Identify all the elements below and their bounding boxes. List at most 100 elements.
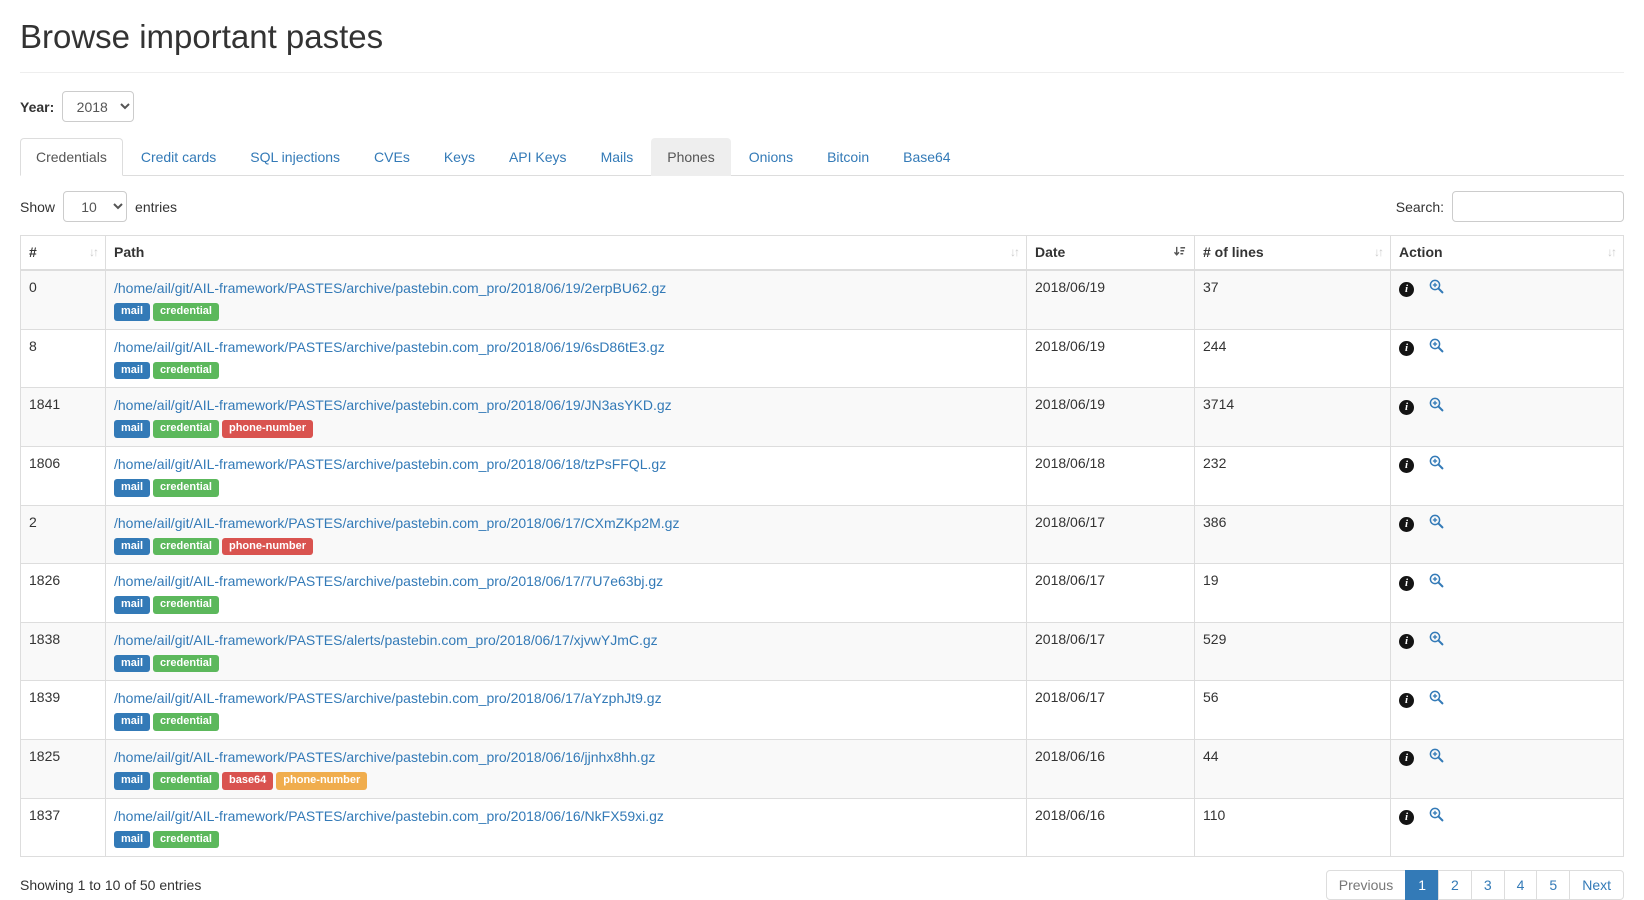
page-5[interactable]: 5 xyxy=(1536,870,1570,900)
paste-path-link[interactable]: /home/ail/git/AIL-framework/PASTES/archi… xyxy=(114,396,672,414)
search-plus-icon xyxy=(1429,573,1444,588)
row-lines: 19 xyxy=(1195,564,1391,623)
table-row: 1826 /home/ail/git/AIL-framework/PASTES/… xyxy=(21,564,1624,623)
paste-path-link[interactable]: /home/ail/git/AIL-framework/PASTES/archi… xyxy=(114,279,666,297)
tab-keys[interactable]: Keys xyxy=(428,138,491,176)
column-header-path[interactable]: Path ↓↑ xyxy=(106,236,1027,271)
column-header-index[interactable]: # ↓↑ xyxy=(21,236,106,271)
paste-info-button[interactable] xyxy=(1399,514,1414,532)
paste-preview-button[interactable] xyxy=(1429,748,1444,766)
info-icon xyxy=(1399,810,1414,825)
search-plus-icon xyxy=(1429,690,1444,705)
page-container: Browse important pastes Year: 2018 Crede… xyxy=(0,0,1644,900)
row-index: 1826 xyxy=(21,564,106,623)
paste-info-button[interactable] xyxy=(1399,807,1414,825)
paste-preview-button[interactable] xyxy=(1429,690,1444,708)
paste-path-link[interactable]: /home/ail/git/AIL-framework/PASTES/archi… xyxy=(114,689,662,707)
paste-preview-button[interactable] xyxy=(1429,397,1444,415)
row-lines: 110 xyxy=(1195,798,1391,857)
paste-preview-button[interactable] xyxy=(1429,573,1444,591)
tab-base64[interactable]: Base64 xyxy=(887,138,966,176)
column-label: Date xyxy=(1035,244,1065,260)
entries-info: Showing 1 to 10 of 50 entries xyxy=(20,877,201,893)
pagination: Previous12345Next xyxy=(1326,870,1624,900)
row-lines: 3714 xyxy=(1195,388,1391,447)
paste-info-button[interactable] xyxy=(1399,631,1414,649)
row-date: 2018/06/17 xyxy=(1027,622,1195,681)
paste-path-link[interactable]: /home/ail/git/AIL-framework/PASTES/archi… xyxy=(114,455,666,473)
row-index: 8 xyxy=(21,329,106,388)
tab-api-keys[interactable]: API Keys xyxy=(493,138,583,176)
tag-credential: credential xyxy=(153,596,219,614)
page-length-select[interactable]: 10 xyxy=(63,191,127,222)
tag-credential: credential xyxy=(153,655,219,673)
tag-list: mailcredentialphone-number xyxy=(114,418,1018,438)
tag-mail: mail xyxy=(114,362,150,380)
page-1[interactable]: 1 xyxy=(1405,870,1439,900)
paste-info-button[interactable] xyxy=(1399,279,1414,297)
paste-preview-button[interactable] xyxy=(1429,807,1444,825)
info-icon xyxy=(1399,400,1414,415)
paste-path-link[interactable]: /home/ail/git/AIL-framework/PASTES/archi… xyxy=(114,572,663,590)
table-footer: Showing 1 to 10 of 50 entries Previous12… xyxy=(20,870,1624,900)
page-next[interactable]: Next xyxy=(1569,870,1624,900)
paste-preview-button[interactable] xyxy=(1429,279,1444,297)
column-label: Action xyxy=(1399,244,1443,260)
paste-path-link[interactable]: /home/ail/git/AIL-framework/PASTES/alert… xyxy=(114,631,658,649)
table-row: 0 /home/ail/git/AIL-framework/PASTES/arc… xyxy=(21,270,1624,329)
paste-path-link[interactable]: /home/ail/git/AIL-framework/PASTES/archi… xyxy=(114,514,679,532)
paste-info-button[interactable] xyxy=(1399,338,1414,356)
row-index: 1837 xyxy=(21,798,106,857)
year-select[interactable]: 2018 xyxy=(62,91,134,122)
page-4[interactable]: 4 xyxy=(1504,870,1538,900)
paste-preview-button[interactable] xyxy=(1429,338,1444,356)
tab-onions[interactable]: Onions xyxy=(733,138,809,176)
paste-info-button[interactable] xyxy=(1399,748,1414,766)
column-header-of-lines[interactable]: # of lines ↓↑ xyxy=(1195,236,1391,271)
page-2[interactable]: 2 xyxy=(1438,870,1472,900)
column-header-date[interactable]: Date ↓↑ xyxy=(1027,236,1195,271)
row-date: 2018/06/19 xyxy=(1027,270,1195,329)
tab-phones[interactable]: Phones xyxy=(651,138,730,176)
info-icon xyxy=(1399,751,1414,766)
column-label: # xyxy=(29,244,37,260)
paste-path-link[interactable]: /home/ail/git/AIL-framework/PASTES/archi… xyxy=(114,748,655,766)
search-input[interactable] xyxy=(1452,191,1624,222)
tab-bar: CredentialsCredit cardsSQL injectionsCVE… xyxy=(20,138,1624,176)
paste-info-button[interactable] xyxy=(1399,397,1414,415)
search-plus-icon xyxy=(1429,807,1444,822)
paste-info-button[interactable] xyxy=(1399,690,1414,708)
info-icon xyxy=(1399,341,1414,356)
paste-info-button[interactable] xyxy=(1399,573,1414,591)
row-lines: 529 xyxy=(1195,622,1391,681)
paste-preview-button[interactable] xyxy=(1429,455,1444,473)
table-row: 8 /home/ail/git/AIL-framework/PASTES/arc… xyxy=(21,329,1624,388)
tab-bitcoin[interactable]: Bitcoin xyxy=(811,138,885,176)
tab-mails[interactable]: Mails xyxy=(585,138,650,176)
paste-preview-button[interactable] xyxy=(1429,514,1444,532)
tag-credential: credential xyxy=(153,713,219,731)
paste-path-link[interactable]: /home/ail/git/AIL-framework/PASTES/archi… xyxy=(114,338,665,356)
tab-credit-cards[interactable]: Credit cards xyxy=(125,138,232,176)
tag-list: mailcredentialbase64phone-number xyxy=(114,770,1018,790)
table-row: 1841 /home/ail/git/AIL-framework/PASTES/… xyxy=(21,388,1624,447)
page-previous[interactable]: Previous xyxy=(1326,870,1406,900)
tag-credential: credential xyxy=(153,420,219,438)
sort-both-icon: ↓↑ xyxy=(1607,244,1615,261)
page-3[interactable]: 3 xyxy=(1471,870,1505,900)
paste-path-link[interactable]: /home/ail/git/AIL-framework/PASTES/archi… xyxy=(114,807,664,825)
tag-credential: credential xyxy=(153,538,219,556)
row-lines: 244 xyxy=(1195,329,1391,388)
paste-info-button[interactable] xyxy=(1399,455,1414,473)
row-index: 1825 xyxy=(21,740,106,799)
search-plus-icon xyxy=(1429,397,1444,412)
page-length-control: Show 10 entries xyxy=(20,191,177,222)
tab-sql-injections[interactable]: SQL injections xyxy=(234,138,356,176)
tab-credentials[interactable]: Credentials xyxy=(20,138,123,176)
pastes-table: # ↓↑ Path ↓↑ Date ↓↑ # of lines ↓↑ xyxy=(20,235,1624,857)
tab-cves[interactable]: CVEs xyxy=(358,138,426,176)
paste-preview-button[interactable] xyxy=(1429,631,1444,649)
tag-mail: mail xyxy=(114,479,150,497)
column-header-action[interactable]: Action ↓↑ xyxy=(1391,236,1624,271)
row-lines: 37 xyxy=(1195,270,1391,329)
